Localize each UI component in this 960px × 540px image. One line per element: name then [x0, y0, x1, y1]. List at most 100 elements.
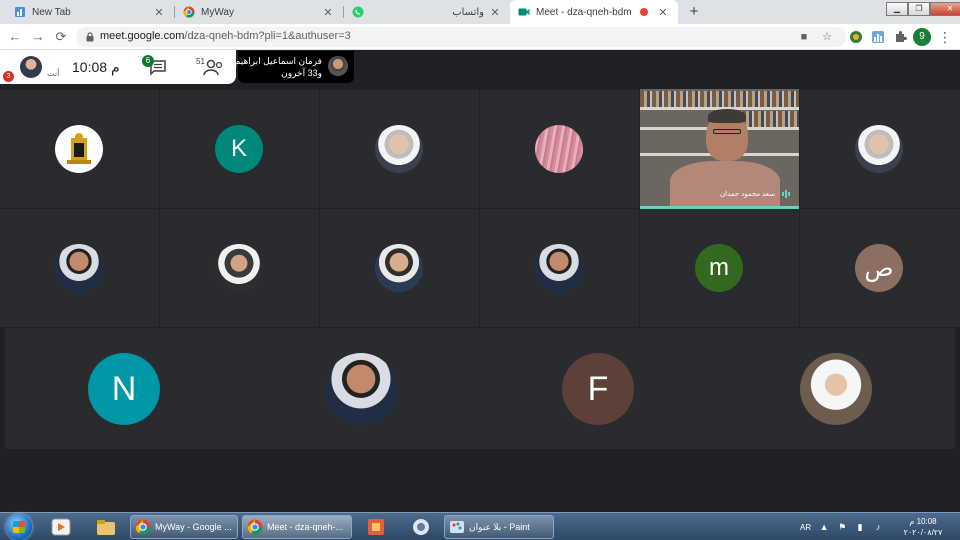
- reload-button[interactable]: ⟳: [52, 28, 70, 46]
- whatsapp-favicon-icon: [352, 6, 364, 18]
- participant-tile[interactable]: [0, 209, 159, 327]
- taskbar-task-label: Meet - dza-qneh-...: [267, 522, 344, 532]
- url-path: /dza-qneh-bdm?pli=1&authuser=3: [184, 30, 351, 42]
- participant-photo-avatar: [215, 244, 263, 292]
- tab-label: MyWay: [201, 6, 234, 18]
- self-notification-badge: 3: [3, 71, 14, 82]
- participant-photo-avatar[interactable]: [325, 353, 397, 425]
- profile-avatar[interactable]: 9: [913, 28, 931, 46]
- tray-time[interactable]: 10:08 م: [898, 517, 948, 526]
- file-explorer-icon[interactable]: [95, 516, 117, 538]
- active-speaker-video[interactable]: سعد محمود حمدان: [640, 89, 799, 209]
- participant-tile[interactable]: m: [640, 209, 799, 327]
- chrome-icon: [247, 519, 263, 535]
- self-label: أنت: [47, 69, 60, 78]
- browser-menu-icon[interactable]: ⋮: [938, 28, 952, 46]
- window-controls: ▁ ❐ ✕: [886, 2, 960, 16]
- participant-tile[interactable]: [480, 209, 639, 327]
- extension-chart-icon[interactable]: [871, 30, 885, 44]
- tray-date[interactable]: ٢٠٢٠/٠٨/٢٧: [896, 528, 950, 537]
- meet-favicon-icon: [518, 8, 530, 16]
- network-signal-icon[interactable]: ▮: [855, 522, 865, 532]
- new-tab-favicon-icon: [15, 7, 25, 17]
- participant-photo-avatar: [375, 244, 423, 292]
- participant-m-avatar: m: [695, 244, 743, 292]
- forward-button[interactable]: →: [29, 28, 47, 46]
- self-avatar[interactable]: [20, 56, 42, 78]
- windows-logo-icon: [13, 521, 25, 533]
- action-center-flag-icon[interactable]: ⚑: [837, 522, 847, 532]
- close-window-button[interactable]: ✕: [930, 2, 960, 16]
- extensions-puzzle-icon[interactable]: [893, 30, 907, 44]
- participant-tile[interactable]: K: [160, 90, 319, 208]
- tab-label: New Tab: [32, 6, 71, 18]
- browser-toolbar: ← → ⟳ meet.google.com/dza-qneh-bdm?pli=1…: [0, 24, 960, 50]
- url-text: meet.google.com/dza-qneh-bdm?pli=1&authu…: [100, 30, 351, 42]
- show-hidden-icons-icon[interactable]: ▲: [819, 522, 829, 532]
- participant-k-avatar: K: [215, 125, 263, 173]
- volume-icon[interactable]: ♪: [873, 522, 883, 532]
- participant-grid: K m ص N F: [0, 88, 960, 512]
- url-host: meet.google.com: [100, 30, 185, 42]
- speaker-body: [670, 161, 780, 206]
- speaker-hair: [708, 109, 746, 123]
- back-button[interactable]: ←: [6, 28, 24, 46]
- camera-icon[interactable]: ■: [798, 31, 810, 43]
- minimize-window-button[interactable]: ▁: [886, 2, 908, 16]
- presenter-avatar: [328, 56, 348, 76]
- speaking-indicator-icon: [782, 190, 790, 198]
- chrome-icon: [135, 519, 151, 535]
- close-tab-icon[interactable]: ✕: [488, 6, 502, 19]
- participant-tile[interactable]: ص: [800, 209, 960, 327]
- presenter-chip[interactable]: فرمان اسماعيل ابراهيم و33 آخرون: [234, 51, 354, 83]
- address-bar[interactable]: meet.google.com/dza-qneh-bdm?pli=1&authu…: [76, 27, 846, 47]
- bookmark-star-icon[interactable]: ☆: [821, 31, 833, 43]
- tab-whatsapp[interactable]: واتساب ✕: [344, 0, 510, 24]
- system-tray: AR ▲ ⚑ ▮ ♪: [800, 517, 883, 537]
- close-tab-icon[interactable]: ✕: [656, 6, 670, 19]
- taskbar-task-label: بلا عنوان - Paint: [469, 521, 530, 532]
- emblem-icon: [67, 133, 91, 164]
- media-player-icon[interactable]: [50, 516, 72, 538]
- participant-sad-avatar: ص: [855, 244, 903, 292]
- participant-tile[interactable]: [0, 90, 159, 208]
- participant-tile[interactable]: [160, 209, 319, 327]
- windows-taskbar: MyWay - Google ... Meet - dza-qneh-... ب…: [0, 512, 960, 540]
- taskbar-task-meet[interactable]: Meet - dza-qneh-...: [242, 515, 352, 539]
- input-language[interactable]: AR: [800, 523, 811, 532]
- tab-meet[interactable]: Meet - dza-qneh-bdm ✕: [510, 0, 678, 24]
- presenter-name: فرمان اسماعيل ابراهيم: [234, 56, 322, 66]
- participant-tile[interactable]: [320, 90, 479, 208]
- participant-tile[interactable]: [320, 209, 479, 327]
- recording-dot-icon: [640, 8, 648, 16]
- meet-info-bar: 3 أنت 10:08 م 6 51: [0, 50, 236, 84]
- close-tab-icon[interactable]: ✕: [152, 6, 166, 19]
- chat-unread-badge: 6: [142, 55, 154, 67]
- participant-f-avatar[interactable]: F: [562, 353, 634, 425]
- participant-n-avatar[interactable]: N: [88, 353, 160, 425]
- app-icon[interactable]: [410, 516, 432, 538]
- speaker-name: سعد محمود حمدان: [720, 191, 775, 198]
- participant-photo-avatar: [375, 125, 423, 173]
- participant-photo-avatar: [55, 244, 103, 292]
- participant-tile[interactable]: [800, 90, 960, 208]
- new-tab-button[interactable]: +: [684, 2, 704, 22]
- office-app-icon[interactable]: [365, 516, 387, 538]
- taskbar-task-myway[interactable]: MyWay - Google ...: [130, 515, 238, 539]
- close-tab-icon[interactable]: ✕: [321, 6, 335, 19]
- taskbar-task-label: MyWay - Google ...: [155, 522, 232, 532]
- tab-label: Meet - dza-qneh-bdm: [536, 6, 632, 18]
- tab-new-tab[interactable]: New Tab ✕: [6, 0, 174, 24]
- participant-photo-avatar[interactable]: [800, 353, 872, 425]
- speaker-glasses: [713, 129, 741, 134]
- lock-icon: [86, 32, 94, 42]
- extension-globe-icon[interactable]: [849, 30, 863, 44]
- bookshelf: [640, 91, 799, 107]
- restore-window-button[interactable]: ❐: [908, 2, 930, 16]
- chrome-favicon-icon: [183, 6, 195, 18]
- participant-count: 51: [196, 57, 205, 66]
- tab-myway[interactable]: MyWay ✕: [175, 0, 343, 24]
- participant-row: N F: [5, 328, 955, 449]
- taskbar-task-paint[interactable]: بلا عنوان - Paint: [444, 515, 554, 539]
- participant-tile[interactable]: [480, 90, 639, 208]
